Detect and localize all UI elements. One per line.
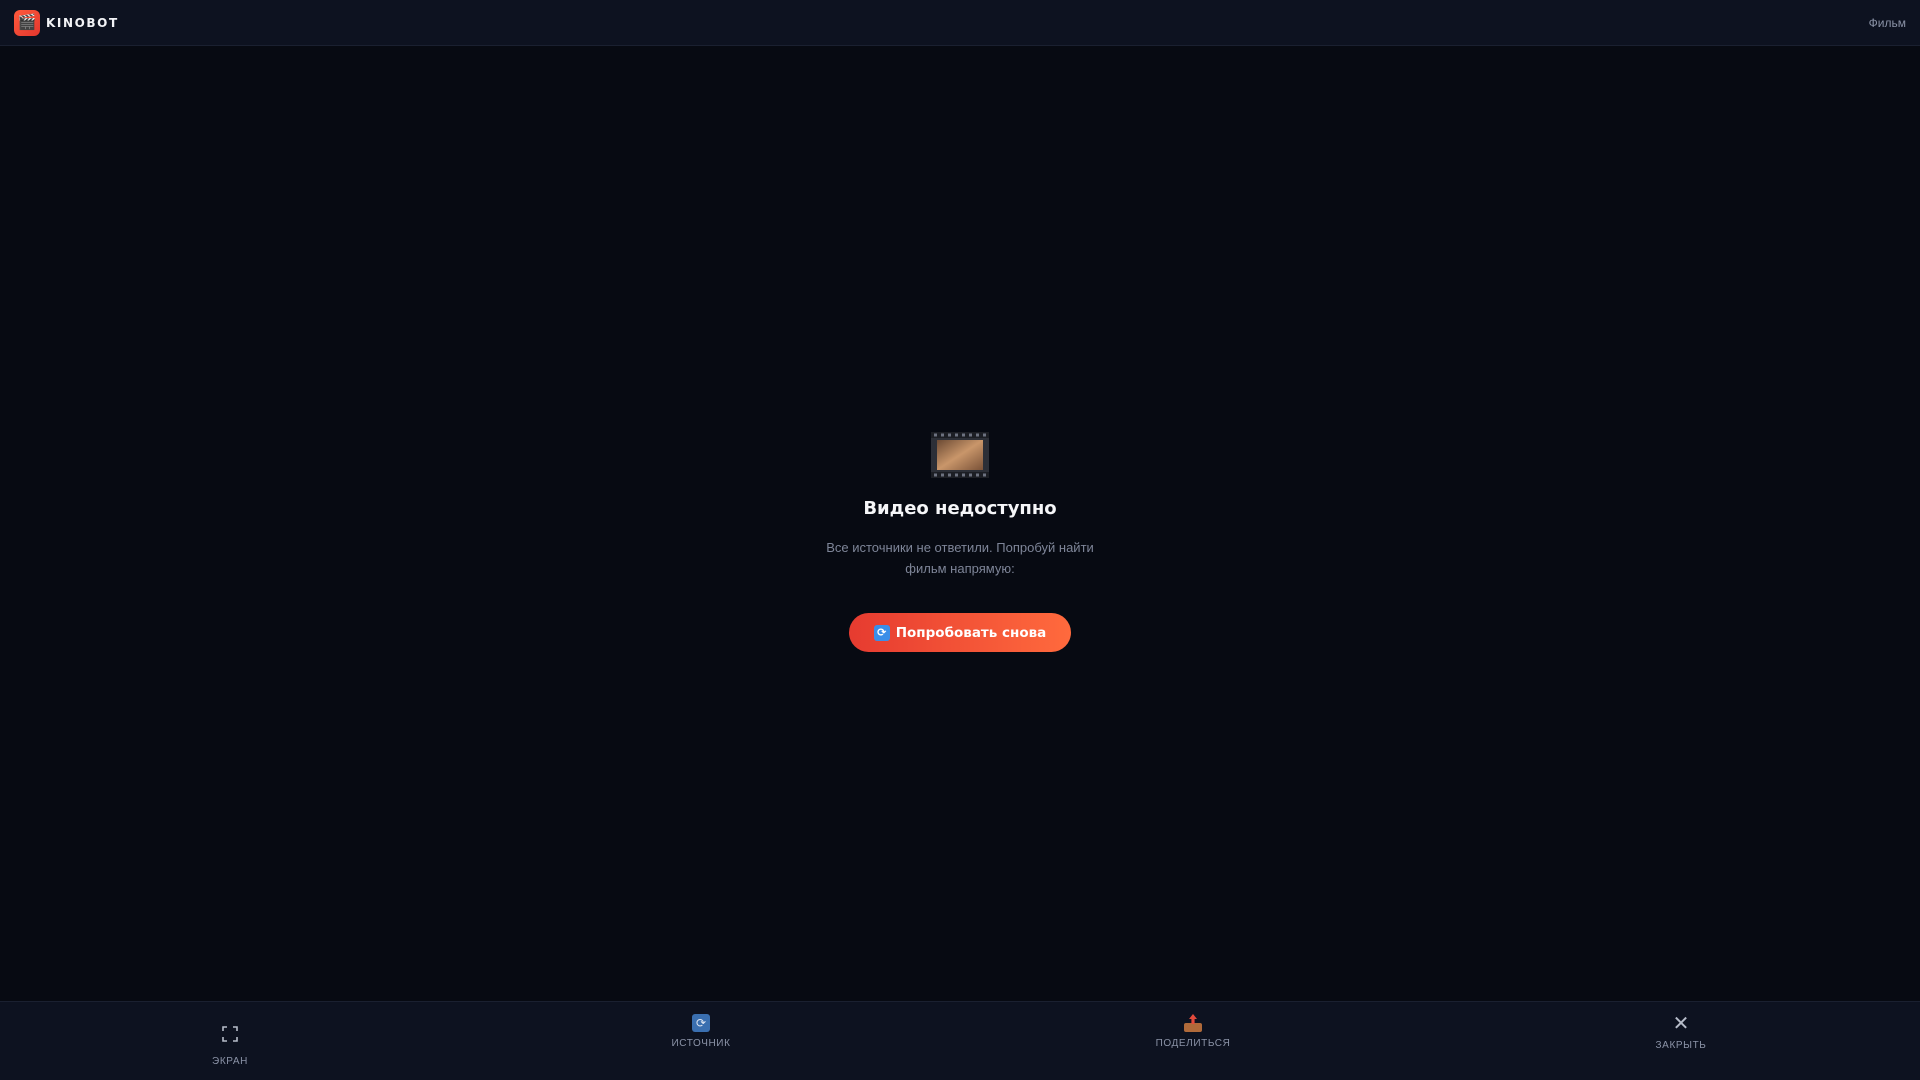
source-button[interactable]: ⟳ ИСТОЧНИК <box>661 1002 741 1080</box>
share-button[interactable]: ПОДЕЛИТЬСЯ <box>1146 1002 1240 1080</box>
player-area: Видео недоступно Все источники не ответи… <box>0 47 1920 1001</box>
clapperboard-icon: 🎬 <box>14 9 40 36</box>
share-label: ПОДЕЛИТЬСЯ <box>1155 1038 1231 1049</box>
nav-link-film[interactable]: Фильм <box>1869 16 1906 30</box>
error-state: Видео недоступно Все источники не ответи… <box>815 432 1105 652</box>
brand-name: KINOBOT <box>46 15 119 30</box>
retry-button-label: Попробовать снова <box>895 624 1047 641</box>
fullscreen-icon <box>222 1026 238 1042</box>
app-root: 🎬 KINOBOT Фильм Видео недоступно Все ист… <box>0 0 1920 1080</box>
close-icon: ✕ <box>1672 1013 1690 1035</box>
close-label: ЗАКРЫТЬ <box>1655 1040 1707 1051</box>
fullscreen-button[interactable]: ЭКРАН <box>199 1002 261 1080</box>
bottom-toolbar: ЭКРАН ⟳ ИСТОЧНИК ПОДЕЛИТЬСЯ ✕ ЗАКРЫТЬ <box>0 1001 1920 1080</box>
retry-button[interactable]: ⟳ Попробовать снова <box>849 613 1071 652</box>
error-description: Все источники не ответили. Попробуй найт… <box>826 540 1094 576</box>
source-label: ИСТОЧНИК <box>671 1038 731 1049</box>
fullscreen-label: ЭКРАН <box>212 1056 248 1067</box>
refresh-icon: ⟳ <box>692 1014 710 1032</box>
error-title: Видео недоступно <box>863 498 1057 519</box>
top-header: 🎬 KINOBOT Фильм <box>0 0 1920 46</box>
outbox-tray-icon <box>1184 1014 1202 1032</box>
brand[interactable]: 🎬 KINOBOT <box>14 9 119 36</box>
close-button[interactable]: ✕ ЗАКРЫТЬ <box>1645 1002 1717 1080</box>
refresh-icon: ⟳ <box>873 624 890 641</box>
film-strip-icon <box>931 432 989 478</box>
